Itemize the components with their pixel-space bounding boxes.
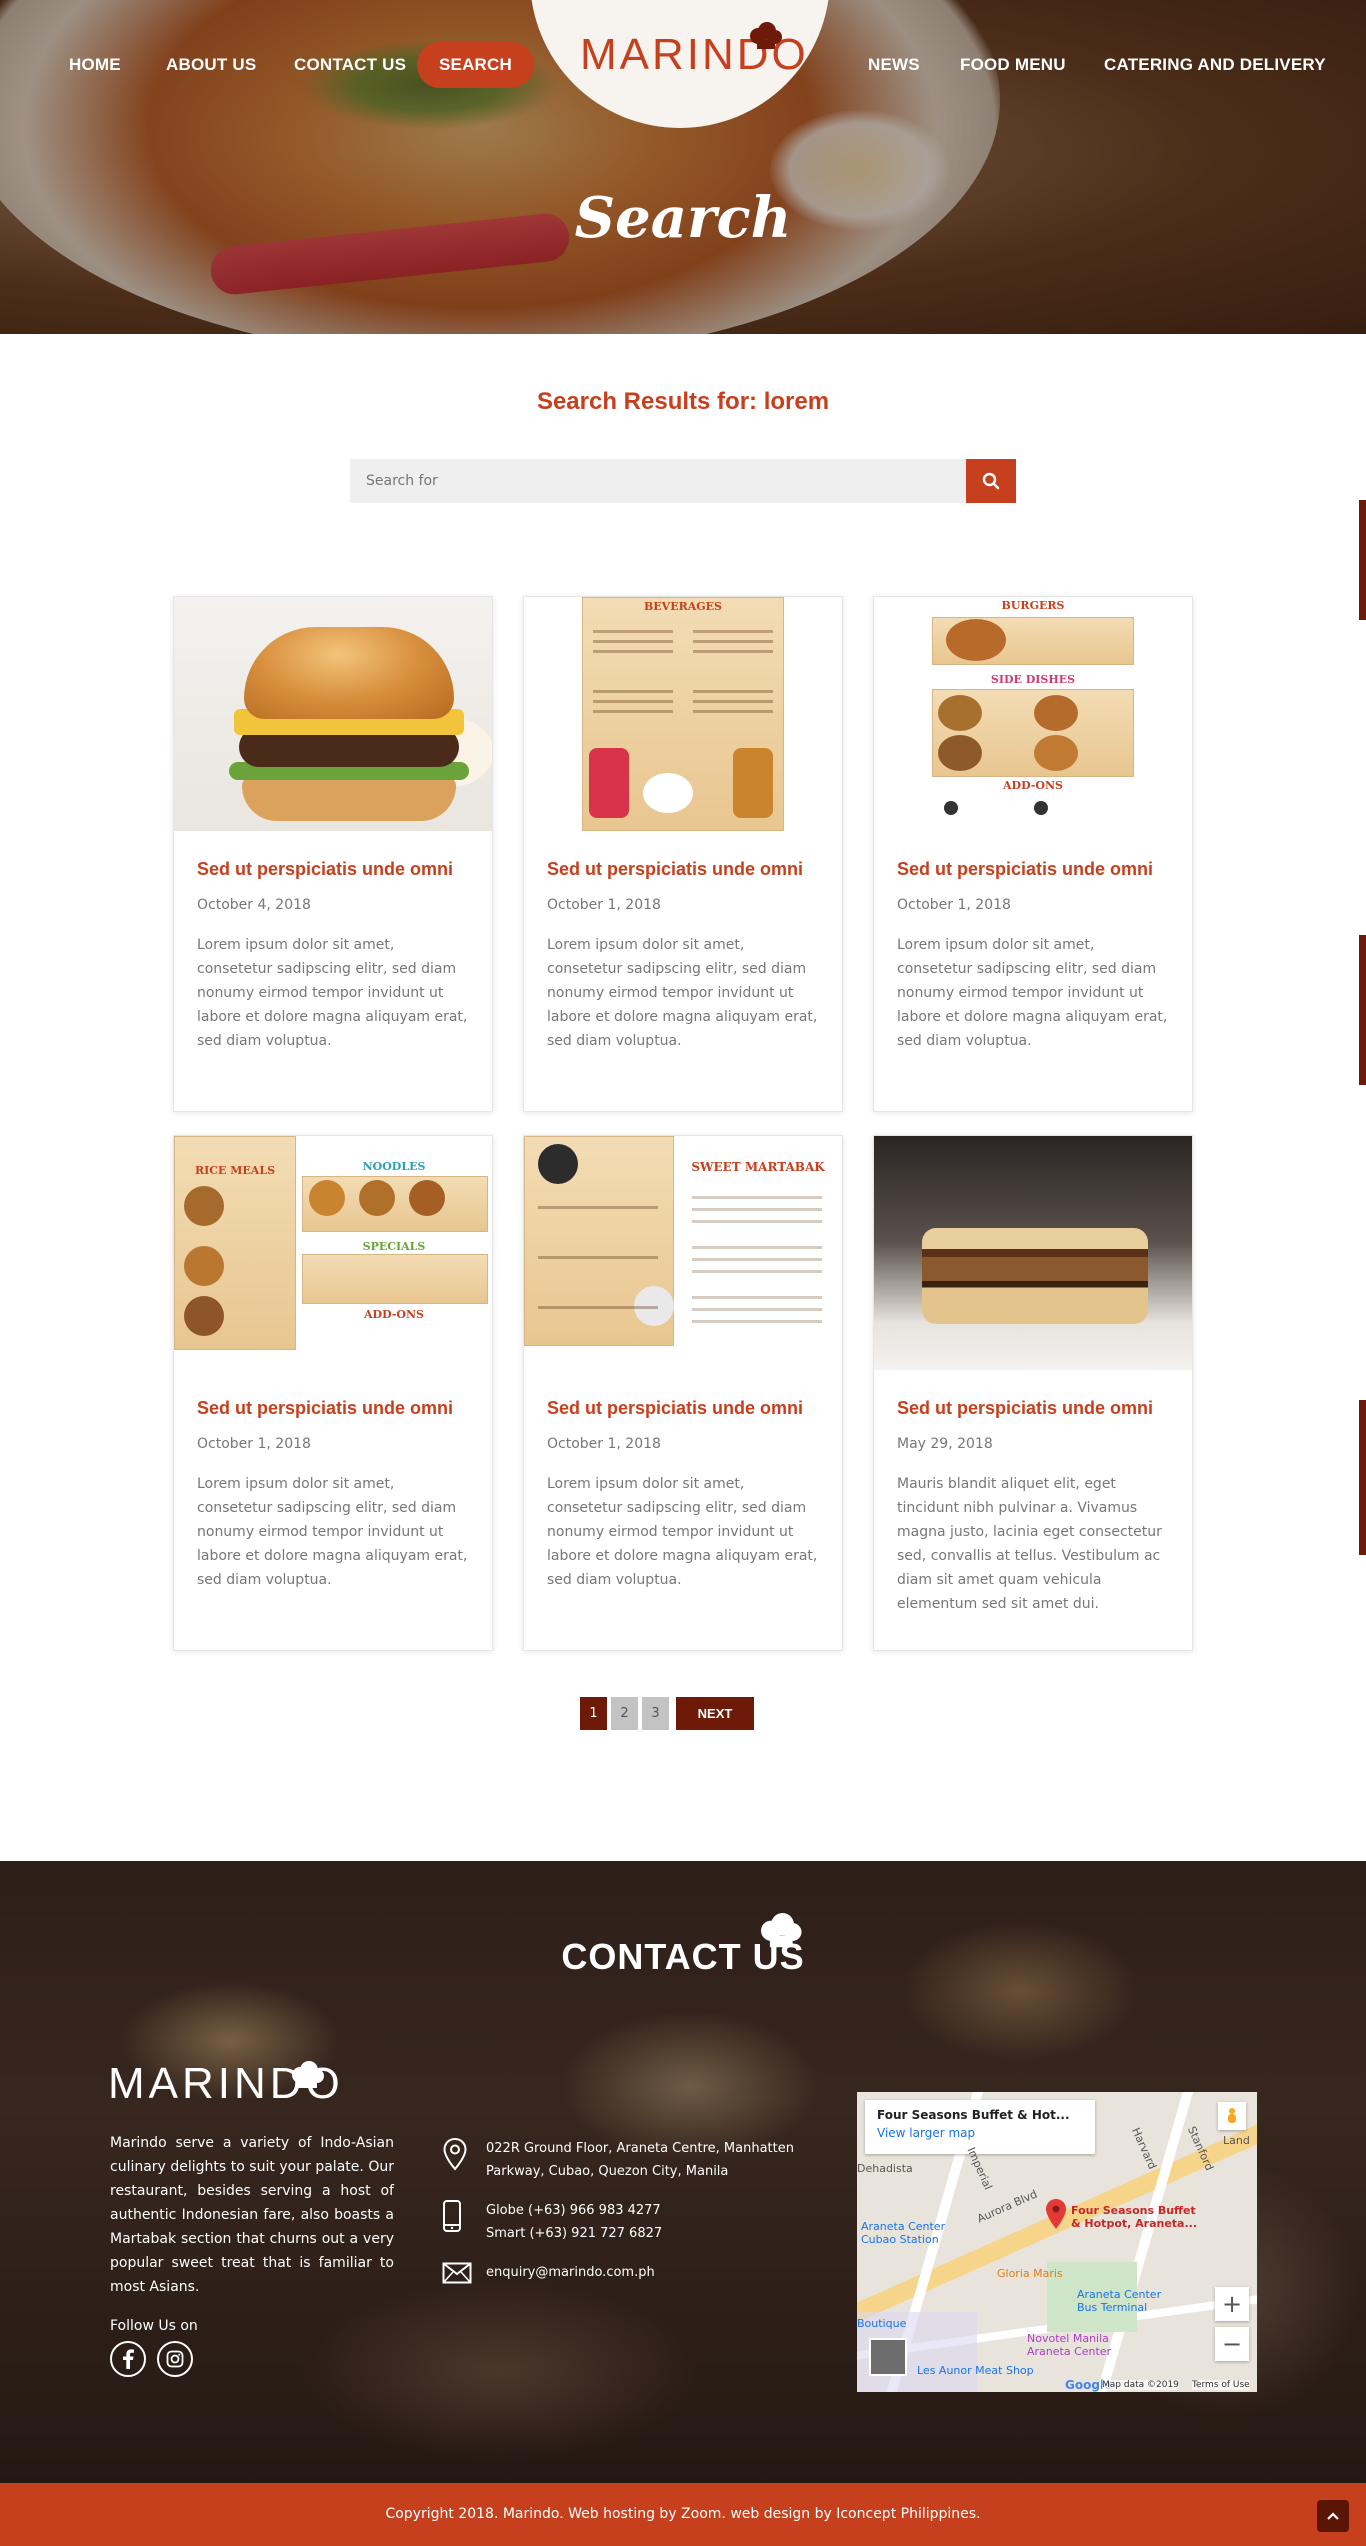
nav-food-menu[interactable]: FOOD MENU (960, 42, 1066, 88)
post-title[interactable]: Sed ut perspiciatis unde omni (547, 859, 827, 880)
post-title[interactable]: Sed ut perspiciatis unde omni (897, 859, 1177, 880)
nav-catering[interactable]: CATERING AND DELIVERY (1104, 42, 1326, 88)
map-terms-link[interactable]: Terms of Use (1192, 2380, 1250, 2390)
main-navigation: HOME ABOUT US CONTACT US SEARCH NEWS FOO… (0, 42, 1366, 88)
post-excerpt: Lorem ipsum dolor sit amet, consetetur s… (547, 937, 818, 1049)
nav-about[interactable]: ABOUT US (166, 42, 256, 88)
nav-home[interactable]: HOME (69, 42, 121, 88)
location-pin-icon (443, 2137, 467, 2171)
envelope-icon (442, 2262, 472, 2284)
search-form (350, 459, 1016, 503)
post-excerpt: Lorem ipsum dolor sit amet, consetetur s… (897, 937, 1168, 1049)
map-pin-icon[interactable] (1045, 2198, 1067, 2230)
search-button[interactable] (966, 459, 1016, 503)
post-thumbnail-beverages[interactable]: BEVERAGES (524, 597, 842, 831)
contact-section: CONTACT US MARINDO Marindo serve a varie… (0, 1861, 1366, 2483)
next-page-button[interactable]: NEXT (676, 1697, 754, 1730)
phone-smart[interactable]: Smart (+63) 921 727 6827 (486, 2222, 806, 2245)
facebook-link[interactable] (110, 2341, 146, 2377)
back-to-top-button[interactable] (1317, 2500, 1349, 2532)
map-attribution: Map data ©2019 (1102, 2380, 1179, 2390)
nav-search[interactable]: SEARCH (417, 42, 534, 88)
map-place-card[interactable]: Four Seasons Buffet & Hot... View larger… (865, 2100, 1095, 2154)
post-title[interactable]: Sed ut perspiciatis unde omni (197, 859, 477, 880)
copyright-bar: Copyright 2018. Marindo. Web hosting by … (0, 2483, 1366, 2546)
post-date: October 1, 2018 (547, 897, 661, 913)
chef-hat-icon (761, 1913, 802, 1948)
facebook-icon (123, 2349, 134, 2369)
side-tab[interactable] (1359, 935, 1366, 1085)
post-thumbnail-martabak-photo[interactable] (874, 1136, 1192, 1370)
post-date: October 1, 2018 (547, 1436, 661, 1452)
post-card[interactable]: Sed ut perspiciatis unde omni October 4,… (173, 596, 493, 1112)
email-link[interactable]: enquiry@marindo.com.ph (486, 2261, 806, 2284)
post-excerpt: Lorem ipsum dolor sit amet, consetetur s… (197, 937, 468, 1049)
post-excerpt: Lorem ipsum dolor sit amet, consetetur s… (197, 1476, 468, 1588)
chef-hat-icon (292, 2061, 324, 2088)
company-description: Marindo serve a variety of Indo-Asian cu… (110, 2135, 394, 2295)
map-zoom-in-button[interactable]: + (1215, 2287, 1249, 2321)
post-card[interactable]: RICE MEALS NOODLES SPECIALS ADD-ONS Sed … (173, 1135, 493, 1651)
page-3-button[interactable]: 3 (642, 1697, 669, 1730)
post-date: October 1, 2018 (197, 1436, 311, 1452)
post-thumbnail-burgers-menu[interactable]: BURGERS SIDE DISHES ADD-ONS (874, 597, 1192, 831)
post-thumbnail-rice-meals[interactable]: RICE MEALS NOODLES SPECIALS ADD-ONS (174, 1136, 492, 1370)
post-title[interactable]: Sed ut perspiciatis unde omni (547, 1398, 827, 1419)
search-icon (982, 472, 1000, 490)
phone-globe[interactable]: Globe (+63) 966 983 4277 (486, 2199, 806, 2222)
chevron-up-icon (1327, 2512, 1339, 2520)
post-title[interactable]: Sed ut perspiciatis unde omni (897, 1398, 1177, 1419)
search-results-title: Search Results for: lorem (536, 388, 830, 415)
map-pin-label: Four Seasons Buffet (1071, 2204, 1196, 2217)
view-larger-map-link[interactable]: View larger map (877, 2126, 1083, 2140)
post-date: October 1, 2018 (897, 897, 1011, 913)
post-excerpt: Mauris blandit aliquet elit, eget tincid… (897, 1476, 1162, 1612)
map-zoom-out-button[interactable]: − (1215, 2327, 1249, 2361)
nav-news[interactable]: NEWS (868, 42, 920, 88)
map-satellite-toggle[interactable] (869, 2338, 907, 2376)
post-date: October 4, 2018 (197, 897, 311, 913)
post-excerpt: Lorem ipsum dolor sit amet, consetetur s… (547, 1476, 818, 1588)
page-2-button[interactable]: 2 (611, 1697, 638, 1730)
post-title[interactable]: Sed ut perspiciatis unde omni (197, 1398, 477, 1419)
contact-title: CONTACT US (561, 1936, 805, 1977)
page-title: Search (574, 185, 792, 251)
post-card[interactable]: BEVERAGES Sed ut perspiciatis unde omni … (523, 596, 843, 1112)
post-card[interactable]: BURGERS SIDE DISHES ADD-ONS Sed ut persp… (873, 596, 1193, 1112)
post-thumbnail-sweet-martabak[interactable]: SWEET MARTABAK (524, 1136, 842, 1370)
side-tab[interactable] (1359, 500, 1366, 620)
google-map[interactable]: Four Seasons Buffet & Hot... View larger… (857, 2092, 1257, 2392)
follow-us-label: Follow Us on (110, 2318, 198, 2334)
instagram-link[interactable] (157, 2341, 193, 2377)
nav-contact[interactable]: CONTACT US (294, 42, 406, 88)
pegman-icon (1228, 2108, 1236, 2123)
page-1-button[interactable]: 1 (580, 1697, 607, 1730)
post-thumbnail-burger[interactable] (174, 597, 492, 831)
search-input[interactable] (350, 459, 966, 503)
hero-banner: MARINDO HOME ABOUT US CONTACT US SEARCH … (0, 0, 1366, 334)
side-tab[interactable] (1359, 1400, 1366, 1555)
address-text: 022R Ground Floor, Araneta Centre, Manha… (486, 2141, 794, 2179)
street-view-button[interactable] (1218, 2102, 1246, 2130)
post-card[interactable]: SWEET MARTABAK Sed ut perspiciatis unde … (523, 1135, 843, 1651)
instagram-icon (166, 2350, 184, 2368)
mobile-phone-icon (443, 2200, 461, 2232)
copyright-text: Copyright 2018. Marindo. Web hosting by … (385, 2506, 981, 2522)
map-place-name: Four Seasons Buffet & Hot... (877, 2108, 1070, 2122)
post-date: May 29, 2018 (897, 1436, 993, 1452)
post-card[interactable]: Sed ut perspiciatis unde omni May 29, 20… (873, 1135, 1193, 1651)
